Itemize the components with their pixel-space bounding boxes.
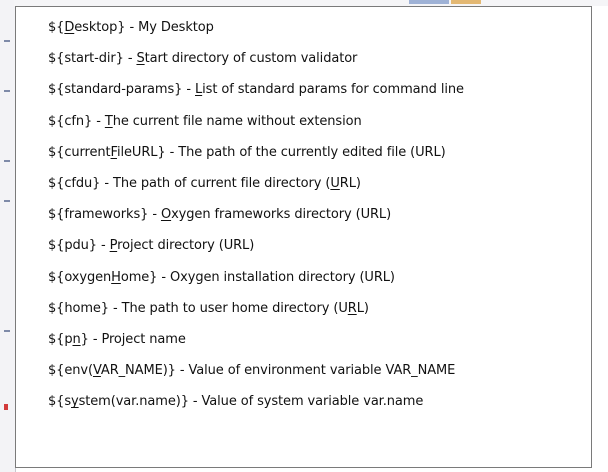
background-editor-edge <box>0 0 16 472</box>
background-tab <box>451 0 481 4</box>
list-item-desktop[interactable]: ${Desktop} - My Desktop <box>48 18 464 49</box>
list-item-home[interactable]: ${home} - The path to user home director… <box>48 299 464 330</box>
list-item-system[interactable]: ${system(var.name)} - Value of system va… <box>48 392 464 423</box>
error-marker-icon <box>4 404 8 410</box>
list-item-current-file-url[interactable]: ${currentFileURL} - The path of the curr… <box>48 143 464 174</box>
ruler-tick <box>4 330 10 332</box>
list-item-oxygen-home[interactable]: ${oxygenHome} - Oxygen installation dire… <box>48 268 464 299</box>
ruler-tick <box>4 90 10 92</box>
screen: ${Desktop} - My Desktop ${start-dir} - S… <box>0 0 608 472</box>
editor-variables-popup[interactable]: ${Desktop} - My Desktop ${start-dir} - S… <box>15 6 592 468</box>
list-item-cfdu[interactable]: ${cfdu} - The path of current file direc… <box>48 174 464 205</box>
editor-variables-list: ${Desktop} - My Desktop ${start-dir} - S… <box>48 18 464 423</box>
list-item-frameworks[interactable]: ${frameworks} - Oxygen frameworks direct… <box>48 205 464 236</box>
list-item-env[interactable]: ${env(VAR_NAME)} - Value of environment … <box>48 361 464 392</box>
list-item-cfn[interactable]: ${cfn} - The current file name without e… <box>48 112 464 143</box>
ruler-tick <box>4 40 10 42</box>
list-item-standard-params[interactable]: ${standard-params} - List of standard pa… <box>48 80 464 111</box>
list-item-pn[interactable]: ${pn} - Project name <box>48 330 464 361</box>
list-item-start-dir[interactable]: ${start-dir} - Start directory of custom… <box>48 49 464 80</box>
background-tab <box>409 0 449 4</box>
popup-icon-gutter <box>16 7 42 467</box>
ruler-tick <box>4 200 10 202</box>
list-item-pdu[interactable]: ${pdu} - Project directory (URL) <box>48 236 464 267</box>
ruler-tick <box>4 160 10 162</box>
